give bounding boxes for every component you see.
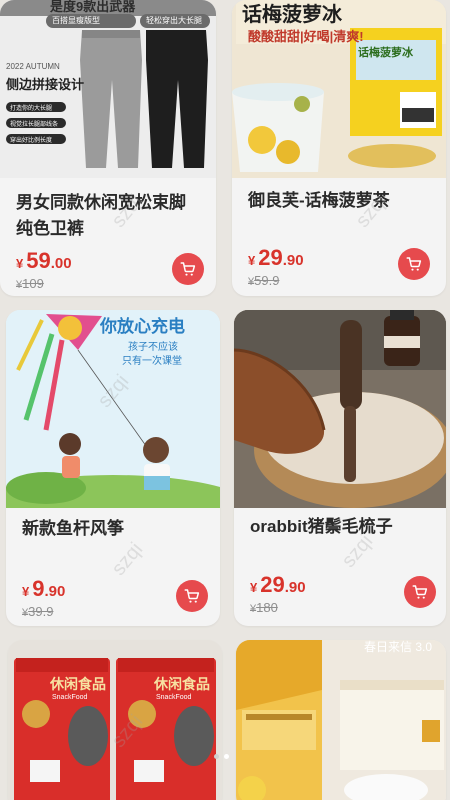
- price-integer: 29: [258, 245, 283, 270]
- currency-symbol: ¥: [16, 256, 24, 271]
- original-price: ¥59.9: [248, 273, 304, 288]
- product-card[interactable]: 春日来信 3.0: [236, 640, 446, 800]
- bag-label: 休闲食品: [154, 676, 210, 692]
- pager-dot[interactable]: [214, 754, 219, 759]
- original-price: ¥109: [16, 276, 72, 291]
- image-line: 只有一次课堂: [122, 356, 182, 367]
- bag-sub: SnackFood: [156, 694, 192, 701]
- cart-icon: [184, 589, 200, 603]
- product-grid: 是度9款出武器 百搭显瘦版型 轻松穿出大长腿 2022 AUTUMN 侧边拼接设…: [0, 0, 450, 800]
- pager-dots: [214, 754, 229, 759]
- price-decimal: .00: [50, 255, 72, 272]
- price-block: ¥29.90 ¥180: [250, 572, 306, 615]
- product-card[interactable]: orabbit猪鬃毛梳子 ¥29.90 ¥180: [234, 310, 446, 626]
- cart-icon: [412, 585, 428, 599]
- image-tag: 轻松穿出大长腿: [146, 16, 202, 25]
- add-to-cart-button[interactable]: [404, 576, 436, 608]
- image-banner-text: 是度9款出武器: [50, 0, 136, 14]
- product-title[interactable]: orabbit猪鬃毛梳子: [250, 514, 432, 540]
- price-block: ¥29.90 ¥59.9: [248, 245, 304, 288]
- add-to-cart-button[interactable]: [176, 580, 208, 612]
- product-price: ¥29.90: [248, 245, 304, 271]
- product-image[interactable]: 话梅菠萝冰 酸酸甜甜|好喝|清爽! 话梅菠萝冰: [232, 0, 446, 178]
- add-to-cart-button[interactable]: [398, 248, 430, 280]
- image-bullet: 视觉拉长腿部线条: [10, 122, 59, 128]
- cart-icon: [406, 257, 422, 271]
- bag-label: 休闲食品: [50, 676, 106, 692]
- image-headline: 话梅菠萝冰: [242, 4, 342, 26]
- image-headline: 侧边拼接设计: [6, 77, 85, 92]
- original-price: ¥180: [250, 600, 306, 615]
- image-line: 孩子不应该: [128, 342, 178, 353]
- bag-sub: SnackFood: [52, 694, 88, 701]
- original-price-value: 59.9: [254, 273, 280, 288]
- product-image[interactable]: [234, 310, 446, 508]
- product-image[interactable]: 是度9款出武器 百搭显瘦版型 轻松穿出大长腿 2022 AUTUMN 侧边拼接设…: [0, 0, 216, 178]
- original-price-value: 180: [256, 600, 278, 615]
- product-card[interactable]: 话梅菠萝冰 酸酸甜甜|好喝|清爽! 话梅菠萝冰 御良芙-话梅菠萝茶 ¥29.90…: [232, 0, 446, 296]
- pager-dot-active[interactable]: [224, 754, 229, 759]
- image-bullet: 打造你的大长腿: [10, 106, 53, 112]
- add-to-cart-button[interactable]: [172, 253, 204, 285]
- price-integer: 9: [32, 576, 45, 601]
- currency-symbol: ¥: [22, 584, 30, 599]
- product-card[interactable]: 你放心充电 孩子不应该 只有一次课堂 新款鱼杆风筝 ¥9.90 ¥39.9: [6, 310, 220, 626]
- product-card[interactable]: 休闲食品 休闲食品 SnackFood SnackFood: [8, 640, 222, 800]
- product-card[interactable]: 是度9款出武器 百搭显瘦版型 轻松穿出大长腿 2022 AUTUMN 侧边拼接设…: [0, 0, 216, 296]
- price-decimal: .90: [284, 579, 306, 596]
- image-headline: 你放心充电: [100, 317, 185, 336]
- cart-icon: [180, 262, 196, 276]
- currency-symbol: ¥: [250, 580, 258, 595]
- image-season: 2022 AUTUMN: [6, 62, 60, 71]
- image-bullet: 穿出好比例长度: [10, 138, 53, 144]
- product-image[interactable]: 春日来信 3.0: [236, 640, 446, 800]
- product-price: ¥9.90: [22, 576, 65, 602]
- original-price-value: 39.9: [28, 604, 54, 619]
- price-decimal: .90: [282, 252, 304, 269]
- corner-text: 春日来信 3.0: [364, 640, 433, 654]
- currency-symbol: ¥: [248, 253, 256, 268]
- product-image[interactable]: 休闲食品 休闲食品 SnackFood SnackFood: [8, 640, 222, 800]
- product-price: ¥29.90: [250, 572, 306, 598]
- price-block: ¥59.00 ¥109: [16, 248, 72, 291]
- price-decimal: .90: [44, 583, 66, 600]
- image-box-text: 话梅菠萝冰: [358, 47, 413, 59]
- image-tag: 百搭显瘦版型: [52, 16, 100, 25]
- product-title[interactable]: 新款鱼杆风筝: [22, 516, 206, 542]
- original-price: ¥39.9: [22, 604, 65, 619]
- price-integer: 59: [26, 248, 51, 273]
- product-price: ¥59.00: [16, 248, 72, 274]
- image-subline: 酸酸甜甜|好喝|清爽!: [248, 29, 364, 44]
- product-title[interactable]: 御良芙-话梅菠萝茶: [248, 188, 432, 214]
- price-block: ¥9.90 ¥39.9: [22, 576, 65, 619]
- price-integer: 29: [260, 572, 285, 597]
- original-price-value: 109: [22, 276, 44, 291]
